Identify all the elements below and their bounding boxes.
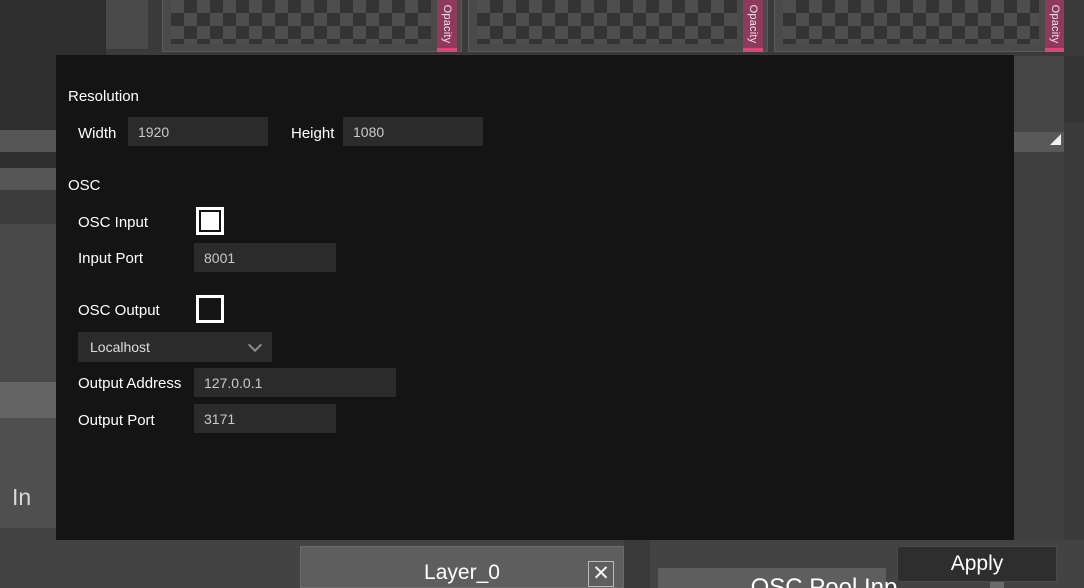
osc-input-label: OSC Input bbox=[78, 214, 149, 231]
sidebar-band-8[interactable] bbox=[0, 418, 56, 466]
apply-button[interactable]: Apply bbox=[897, 546, 1057, 582]
height-input[interactable] bbox=[343, 117, 483, 146]
clip-block-3[interactable]: Opacity bbox=[774, 0, 1070, 52]
output-port-label: Output Port bbox=[78, 412, 155, 429]
sidebar-band-7[interactable] bbox=[0, 382, 56, 418]
width-input[interactable] bbox=[128, 117, 268, 146]
bottom-toolbar-divider bbox=[624, 540, 650, 588]
opacity-tab-label-2: Opacity bbox=[747, 4, 759, 44]
sidebar-band-4[interactable] bbox=[0, 168, 56, 190]
opacity-tab-1[interactable]: Opacity bbox=[437, 0, 457, 52]
application-window: Opacity Opacity Opacity In Layer_0 ✕ OSC… bbox=[0, 0, 1084, 588]
osc-section-title: OSC bbox=[68, 177, 101, 194]
right-edge-column-upper bbox=[1064, 56, 1084, 122]
sidebar-band-3[interactable] bbox=[0, 152, 56, 168]
osc-output-label: OSC Output bbox=[78, 302, 160, 319]
osc-input-checkbox[interactable] bbox=[196, 207, 224, 235]
sidebar-band-5[interactable] bbox=[0, 190, 56, 224]
output-address-input[interactable] bbox=[194, 368, 396, 397]
opacity-tab-label-3: Opacity bbox=[1049, 4, 1061, 44]
chevron-down-icon bbox=[247, 337, 263, 353]
osc-output-checkbox[interactable] bbox=[196, 295, 224, 323]
height-label: Height bbox=[291, 125, 335, 142]
sidebar-in-button[interactable]: In bbox=[0, 466, 56, 528]
output-port-input[interactable] bbox=[194, 404, 336, 433]
timeline-left-pad bbox=[0, 0, 106, 56]
sidebar-band-1[interactable] bbox=[0, 56, 56, 130]
opacity-tab-3[interactable]: Opacity bbox=[1045, 0, 1065, 52]
sidebar-in-label: In bbox=[12, 483, 32, 510]
clip-transparency-checker-1 bbox=[171, 0, 431, 44]
osc-host-select-value: Localhost bbox=[90, 339, 150, 355]
output-address-label: Output Address bbox=[78, 375, 182, 392]
opacity-tab-label-1: Opacity bbox=[441, 4, 453, 44]
triangle-handle-icon[interactable] bbox=[1050, 134, 1061, 145]
opacity-tab-2[interactable]: Opacity bbox=[743, 0, 763, 52]
clip-transparency-checker-2 bbox=[477, 0, 737, 44]
timeline-left-slot bbox=[106, 0, 148, 49]
osc-host-select[interactable]: Localhost bbox=[78, 332, 272, 362]
width-label: Width bbox=[78, 125, 117, 142]
settings-dialog: Resolution Width Height OSC OSC Input In… bbox=[56, 55, 1057, 582]
input-port-label: Input Port bbox=[78, 250, 144, 267]
timeline-top-row: Opacity Opacity Opacity bbox=[0, 0, 1084, 56]
clip-block-1[interactable]: Opacity bbox=[162, 0, 462, 52]
layer-card[interactable]: Layer_0 ✕ bbox=[300, 546, 624, 588]
layer-name-label: Layer_0 bbox=[424, 561, 500, 584]
clip-transparency-checker-3 bbox=[783, 0, 1039, 44]
input-port-input[interactable] bbox=[194, 243, 336, 272]
right-properties-panel bbox=[1014, 56, 1064, 144]
close-icon[interactable]: ✕ bbox=[588, 561, 614, 587]
sidebar-band-2[interactable] bbox=[0, 130, 56, 152]
resolution-section-title: Resolution bbox=[68, 88, 139, 105]
clip-block-2[interactable]: Opacity bbox=[468, 0, 768, 52]
